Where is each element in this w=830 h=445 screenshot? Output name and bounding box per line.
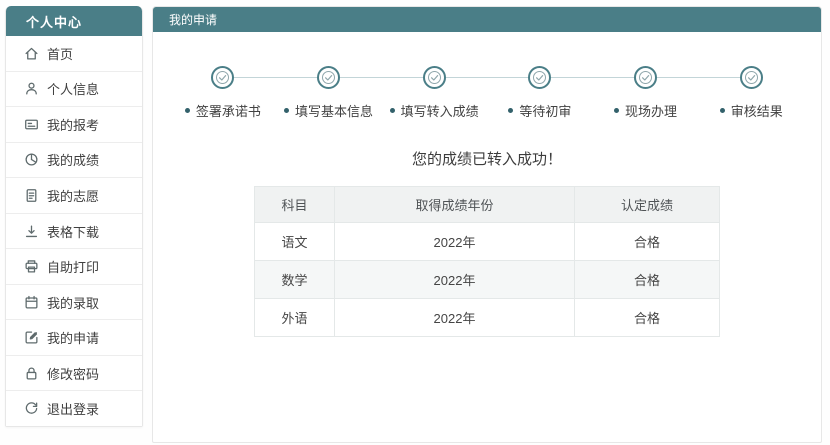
sidebar-item-form-download[interactable]: 表格下载 <box>6 213 142 249</box>
sidebar-item-application[interactable]: 我的申请 <box>6 319 142 355</box>
edit-icon <box>24 330 39 345</box>
step-dot <box>720 108 725 113</box>
cell-result: 合格 <box>575 223 720 261</box>
step-circle <box>634 66 657 89</box>
sidebar-item-label: 我的录取 <box>47 293 99 312</box>
sidebar-item-label: 表格下载 <box>47 222 99 241</box>
document-icon <box>24 188 39 203</box>
step-circle <box>423 66 446 89</box>
cell-year: 2022年 <box>335 261 575 299</box>
table-row: 外语 2022年 合格 <box>255 299 720 337</box>
id-card-icon <box>24 117 39 132</box>
sidebar-item-change-password[interactable]: 修改密码 <box>6 355 142 391</box>
sidebar-item-logout[interactable]: 退出登录 <box>6 390 142 426</box>
download-icon <box>24 224 39 239</box>
step-label: 签署承诺书 <box>196 101 261 120</box>
sidebar-item-registration[interactable]: 我的报考 <box>6 106 142 142</box>
step-dot <box>614 108 619 113</box>
home-icon <box>24 46 39 61</box>
step-review-result: 审核结果 <box>698 66 804 120</box>
step-circle <box>211 66 234 89</box>
sidebar-item-label: 自助打印 <box>47 257 99 276</box>
table-header-row: 科目 取得成绩年份 认定成绩 <box>255 187 720 223</box>
sidebar-item-label: 我的报考 <box>47 115 99 134</box>
score-table: 科目 取得成绩年份 认定成绩 语文 2022年 合格 数学 2022年 合格 外… <box>254 186 720 337</box>
sidebar-item-label: 首页 <box>47 44 73 63</box>
cell-result: 合格 <box>575 261 720 299</box>
page-title: 我的申请 <box>153 7 821 32</box>
step-label: 审核结果 <box>731 101 783 120</box>
success-message: 您的成绩已转入成功！ <box>153 148 821 169</box>
step-dot <box>390 108 395 113</box>
sidebar-item-admission[interactable]: 我的录取 <box>6 284 142 320</box>
step-transfer-scores: 填写转入成绩 <box>381 66 487 120</box>
cell-subject: 数学 <box>255 261 335 299</box>
step-circle <box>740 66 763 89</box>
step-sign-commitment: 签署承诺书 <box>170 66 276 120</box>
pie-chart-icon <box>24 152 39 167</box>
check-circle-icon <box>638 70 653 85</box>
check-circle-icon <box>427 70 442 85</box>
step-label: 填写基本信息 <box>295 101 373 120</box>
logout-icon <box>24 401 39 416</box>
table-row: 数学 2022年 合格 <box>255 261 720 299</box>
sidebar-item-label: 退出登录 <box>47 399 99 418</box>
cell-year: 2022年 <box>335 223 575 261</box>
column-header-subject: 科目 <box>255 187 335 223</box>
cell-year: 2022年 <box>335 299 575 337</box>
main-panel: 我的申请 签署承诺书 <box>152 6 822 443</box>
user-icon <box>24 81 39 96</box>
progress-stepper: 签署承诺书 填写基本信息 <box>170 66 804 120</box>
step-circle <box>317 66 340 89</box>
sidebar-item-self-print[interactable]: 自助打印 <box>6 248 142 284</box>
sidebar-item-home[interactable]: 首页 <box>6 36 142 71</box>
sidebar-item-label: 我的成绩 <box>47 150 99 169</box>
lock-icon <box>24 366 39 381</box>
sidebar-item-preferences[interactable]: 我的志愿 <box>6 177 142 213</box>
sidebar-item-label: 修改密码 <box>47 364 99 383</box>
check-circle-icon <box>215 70 230 85</box>
column-header-year: 取得成绩年份 <box>335 187 575 223</box>
step-circle <box>528 66 551 89</box>
calendar-icon <box>24 295 39 310</box>
step-dot <box>185 108 190 113</box>
sidebar-title: 个人中心 <box>6 6 142 36</box>
step-label: 等待初审 <box>519 101 571 120</box>
step-initial-review: 等待初审 <box>487 66 593 120</box>
column-header-result: 认定成绩 <box>575 187 720 223</box>
sidebar-menu: 首页 个人信息 我的报考 我的成绩 我的志愿 表格下载 自助打印 <box>6 36 142 426</box>
step-basic-info: 填写基本信息 <box>276 66 382 120</box>
sidebar-item-label: 个人信息 <box>47 79 99 98</box>
sidebar: 个人中心 首页 个人信息 我的报考 我的成绩 我的志愿 表格下载 自 <box>5 6 143 427</box>
sidebar-item-label: 我的志愿 <box>47 186 99 205</box>
sidebar-item-scores[interactable]: 我的成绩 <box>6 142 142 178</box>
cell-result: 合格 <box>575 299 720 337</box>
step-label: 现场办理 <box>625 101 677 120</box>
step-dot <box>284 108 289 113</box>
cell-subject: 外语 <box>255 299 335 337</box>
cell-subject: 语文 <box>255 223 335 261</box>
table-row: 语文 2022年 合格 <box>255 223 720 261</box>
printer-icon <box>24 259 39 274</box>
application-content: 签署承诺书 填写基本信息 <box>153 32 821 337</box>
step-onsite-processing: 现场办理 <box>593 66 699 120</box>
step-dot <box>508 108 513 113</box>
sidebar-item-personal-info[interactable]: 个人信息 <box>6 71 142 107</box>
check-circle-icon <box>744 70 759 85</box>
step-label: 填写转入成绩 <box>401 101 479 120</box>
check-circle-icon <box>532 70 547 85</box>
sidebar-item-label: 我的申请 <box>47 328 99 347</box>
check-circle-icon <box>321 70 336 85</box>
